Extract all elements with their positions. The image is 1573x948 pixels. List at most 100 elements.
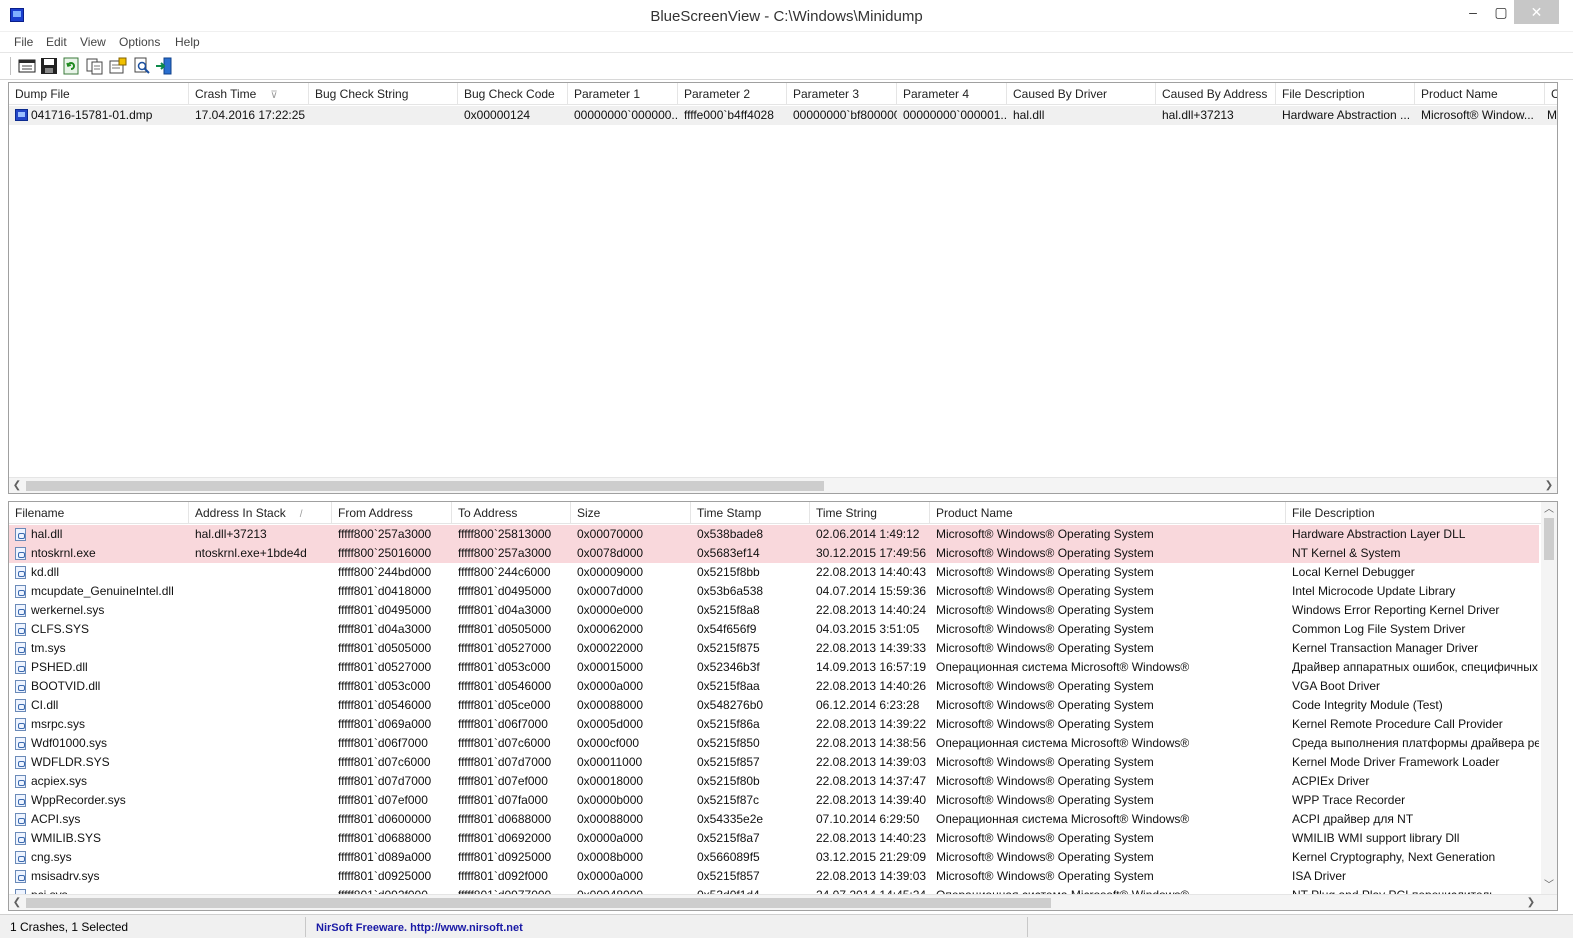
module-row[interactable]: msisadrv.sys fffff801`d0925000 fffff801`d0… — [9, 867, 1539, 886]
menu-help[interactable]: Help — [175, 35, 200, 49]
cell-to-address: fffff801`d05ce000 — [458, 698, 551, 712]
scroll-right-icon[interactable]: ❯ — [1541, 478, 1557, 493]
module-row[interactable]: CLFS.SYS fffff801`d04a3000 fffff801`d05050… — [9, 620, 1539, 639]
module-list-horizontal-scrollbar[interactable]: ❮ ❯ — [9, 894, 1557, 910]
crash-list[interactable]: Dump File Crash Time ⊽ Bug Check String B… — [8, 82, 1558, 494]
menu-edit[interactable]: Edit — [46, 35, 67, 49]
properties-icon[interactable] — [18, 57, 36, 75]
scroll-down-icon[interactable]: ﹀ — [1541, 878, 1557, 894]
cell-address-in-stack — [189, 772, 332, 791]
exit-icon[interactable] — [155, 57, 173, 75]
module-row[interactable]: PSHED.dll fffff801`d0527000 fffff801`d053c… — [9, 658, 1539, 677]
column-bug-check-string[interactable]: Bug Check String — [309, 83, 458, 105]
refresh-icon[interactable] — [62, 57, 80, 75]
module-row[interactable]: WppRecorder.sys fffff801`d07ef000 fffff801… — [9, 791, 1539, 810]
module-row[interactable]: ntoskrnl.exe ntoskrnl.exe+1bde4d fffff800`… — [9, 544, 1539, 563]
module-row[interactable]: acpiex.sys fffff801`d07d7000 fffff801`d07e… — [9, 772, 1539, 791]
column-dump-file[interactable]: Dump File — [9, 83, 189, 105]
column-parameter-4[interactable]: Parameter 4 — [897, 83, 1007, 105]
module-row[interactable]: WDFLDR.SYS fffff801`d07c6000 fffff801`d07d… — [9, 753, 1539, 772]
module-row[interactable]: msrpc.sys fffff801`d069a000 fffff801`d06f7… — [9, 715, 1539, 734]
options-icon[interactable] — [109, 57, 127, 75]
cell-product-name: Microsoft® Windows® Operating System — [936, 793, 1154, 807]
column-caused-by-driver[interactable]: Caused By Driver — [1007, 83, 1156, 105]
cell-bug-check-code: 0x00000124 — [464, 108, 531, 122]
module-row[interactable]: WMILIB.SYS fffff801`d0688000 fffff801`d069… — [9, 829, 1539, 848]
menu-file[interactable]: File — [14, 35, 33, 49]
cell-file-description: Kernel Transaction Manager Driver — [1292, 641, 1479, 655]
column-crash-time[interactable]: Crash Time ⊽ — [189, 83, 309, 105]
cell-to-address: fffff801`d053c000 — [458, 660, 551, 674]
minimize-button[interactable]: – — [1458, 0, 1488, 24]
module-row[interactable]: hal.dll hal.dll+37213 fffff800`257a3000 fff… — [9, 525, 1539, 544]
column-parameter-3[interactable]: Parameter 3 — [787, 83, 897, 105]
column-time-stamp[interactable]: Time Stamp — [691, 502, 810, 524]
scroll-left-icon[interactable]: ❮ — [9, 895, 25, 910]
cell-time-stamp: 0x5215f8a8 — [697, 603, 760, 617]
module-row[interactable]: tm.sys fffff801`d0505000 fffff801`d0527000… — [9, 639, 1539, 658]
cell-product-name: Microsoft® Windows® Operating System — [936, 641, 1154, 655]
scroll-left-icon[interactable]: ❮ — [9, 478, 25, 493]
vscroll-thumb[interactable] — [1544, 518, 1554, 560]
cell-size: 0x0000a000 — [577, 831, 644, 845]
cell-size: 0x0007d000 — [577, 584, 644, 598]
cell-time-string: 06.12.2014 6:23:28 — [816, 698, 920, 712]
cell-filename: WDFLDR.SYS — [31, 755, 110, 769]
close-button[interactable]: ✕ — [1514, 0, 1559, 24]
cell-filename: WMILIB.SYS — [31, 831, 102, 845]
module-row[interactable]: Wdf01000.sys fffff801`d06f7000 fffff801`d0… — [9, 734, 1539, 753]
column-from-address[interactable]: From Address — [332, 502, 452, 524]
column-file-description[interactable]: File Description — [1276, 83, 1415, 105]
module-list-vertical-scrollbar[interactable]: ︿ ﹀ — [1541, 502, 1557, 894]
column-file-description[interactable]: File Description — [1286, 502, 1539, 524]
cell-parameter-2: ffffe000`b4ff4028 — [684, 108, 774, 122]
cell-from-address: fffff801`d0600000 — [338, 812, 432, 826]
copy-icon[interactable] — [86, 57, 104, 75]
scrollbar-thumb[interactable] — [26, 898, 1051, 908]
module-row[interactable]: mcupdate_GenuineIntel.dll fffff801`d04180… — [9, 582, 1539, 601]
column-product-name[interactable]: Product Name — [1415, 83, 1545, 105]
save-icon[interactable] — [40, 57, 58, 75]
module-row[interactable]: ACPI.sys fffff801`d0600000 fffff801`d06880… — [9, 810, 1539, 829]
cell-to-address: fffff801`d0527000 — [458, 641, 552, 655]
cell-time-stamp: 0x5215f86a — [697, 717, 760, 731]
module-row[interactable]: cng.sys fffff801`d089a000 fffff801`d092500… — [9, 848, 1539, 867]
scrollbar-thumb[interactable] — [26, 481, 824, 491]
nirsoft-link[interactable]: NirSoft Freeware. http://www.nirsoft.net — [316, 922, 523, 934]
menu-view[interactable]: View — [80, 35, 106, 49]
module-list[interactable]: Filename Address In Stack / From Address … — [8, 501, 1558, 911]
column-parameter-1[interactable]: Parameter 1 — [568, 83, 678, 105]
module-row[interactable]: BOOTVID.dll fffff801`d053c000 fffff801`d05… — [9, 677, 1539, 696]
find-icon[interactable] — [133, 57, 151, 75]
module-row[interactable]: CI.dll fffff801`d0546000 fffff801`d05ce000… — [9, 696, 1539, 715]
scroll-up-icon[interactable]: ︿ — [1541, 502, 1557, 518]
column-to-address[interactable]: To Address — [452, 502, 571, 524]
column-caused-by-address[interactable]: Caused By Address — [1156, 83, 1276, 105]
column-bug-check-code[interactable]: Bug Check Code — [458, 83, 568, 105]
column-address-in-stack[interactable]: Address In Stack / — [189, 502, 332, 524]
cell-filename: BOOTVID.dll — [31, 679, 101, 693]
cell-time-string: 03.12.2015 21:29:09 — [816, 850, 927, 864]
column-parameter-2[interactable]: Parameter 2 — [678, 83, 787, 105]
menu-options[interactable]: Options — [119, 35, 160, 49]
crash-row[interactable]: 041716-15781-01.dmp 17.04.2016 17:22:25 … — [9, 106, 1557, 125]
module-row[interactable]: kd.dll fffff800`244bd000 fffff800`244c6000… — [9, 563, 1539, 582]
cell-address-in-stack — [189, 563, 332, 582]
column-truncated[interactable]: C — [1545, 83, 1557, 105]
maximize-button[interactable]: ▢ — [1486, 0, 1516, 24]
scroll-right-icon[interactable]: ❯ — [1523, 895, 1539, 910]
cell-filename: hal.dll — [31, 527, 63, 541]
crash-list-horizontal-scrollbar[interactable]: ❮ ❯ — [9, 477, 1557, 493]
column-size[interactable]: Size — [571, 502, 691, 524]
cell-from-address: fffff800`257a3000 — [338, 527, 432, 541]
status-crash-count: 1 Crashes, 1 Selected — [6, 917, 306, 937]
column-filename[interactable]: Filename — [9, 502, 189, 524]
title-bar: BlueScreenView - C:\Windows\Minidump – ▢… — [0, 0, 1573, 32]
module-row[interactable]: werkernel.sys fffff801`d0495000 fffff801`d… — [9, 601, 1539, 620]
column-time-string[interactable]: Time String — [810, 502, 930, 524]
cell-address-in-stack — [189, 715, 332, 734]
cell-product-name: Microsoft® Windows® Operating System — [936, 527, 1154, 541]
sort-ascending-icon: / — [299, 509, 303, 520]
cell-file-description: WMILIB WMI support library Dll — [1292, 831, 1460, 845]
column-product-name[interactable]: Product Name — [930, 502, 1286, 524]
